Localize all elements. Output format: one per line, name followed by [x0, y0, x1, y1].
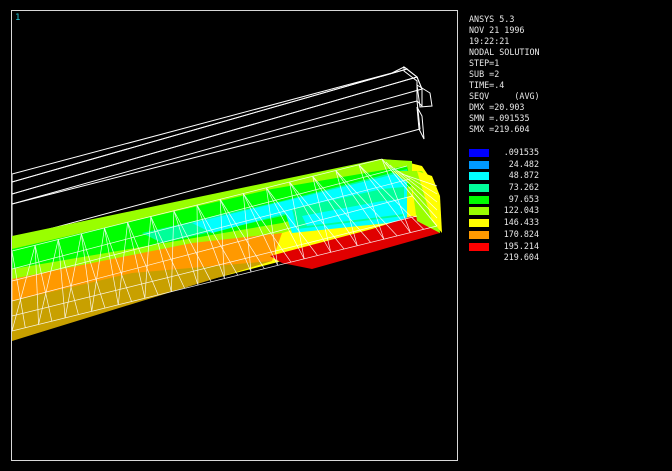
legend-value: 48.872	[508, 170, 539, 181]
legend-swatch	[469, 184, 489, 193]
legend-swatch	[469, 230, 489, 239]
legend-value: 146.433	[503, 217, 539, 228]
info-line: NODAL SOLUTION	[469, 47, 540, 57]
info-line: SMX =219.604	[469, 124, 530, 134]
legend-value: 73.262	[508, 182, 539, 193]
legend-value: 24.482	[508, 158, 539, 169]
legend-swatch	[469, 149, 489, 157]
legend-swatch	[469, 242, 489, 251]
info-line: ANSYS 5.3	[469, 14, 515, 24]
model-plot	[12, 65, 442, 341]
info-line: SMN =.091535	[469, 113, 530, 123]
info-line: DMX =20.903	[469, 102, 525, 112]
info-line: 19:22:21	[469, 36, 510, 46]
info-line: STEP=1	[469, 58, 500, 68]
legend-swatch	[469, 207, 489, 216]
legend-value: 97.653	[508, 193, 539, 204]
legend-value: 195.214	[503, 240, 539, 251]
legend-swatch	[469, 160, 489, 169]
solution-info-panel: ANSYS 5.3 NOV 21 1996 19:22:21 NODAL SOLUTI…	[469, 14, 540, 135]
legend-value: 170.824	[503, 228, 539, 239]
legend-swatch	[469, 195, 489, 204]
info-line: SUB =2	[469, 69, 500, 79]
info-line: TIME=.4	[469, 80, 505, 90]
legend-value: .091535	[503, 147, 539, 157]
graphics-viewport[interactable]: 1	[11, 10, 458, 461]
legend-swatch	[469, 172, 489, 181]
info-line: SEQV (AVG)	[469, 91, 540, 101]
legend-value: 122.043	[503, 205, 539, 216]
legend-swatch	[469, 219, 489, 228]
info-line: NOV 21 1996	[469, 25, 525, 35]
legend-value: 219.604	[503, 252, 539, 263]
